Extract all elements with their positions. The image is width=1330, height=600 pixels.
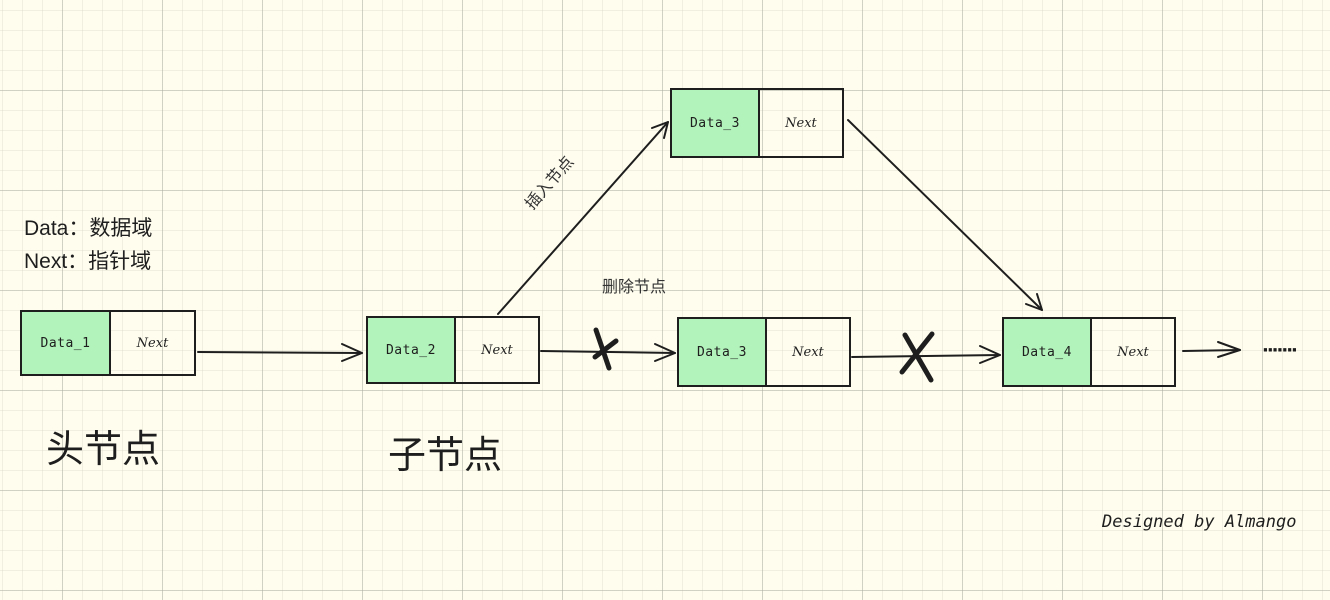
node-next-field: Next: [785, 115, 817, 131]
delete-node-label: 删除节点: [602, 277, 667, 296]
legend-data: Data：数据域: [24, 217, 153, 240]
arrows-layer: [197, 119, 1241, 383]
node-child-2[interactable]: Data_2 Next: [366, 316, 540, 384]
node-next-field: Next: [136, 335, 169, 351]
node-next-field: Next: [792, 344, 824, 360]
node-data-field: Data_3: [672, 90, 760, 156]
node-data-field: Data_4: [1004, 319, 1092, 385]
arrow-insert-down: [847, 119, 1043, 311]
arrow-node1-to-node2: [197, 343, 363, 362]
node-data-field: Data_1: [22, 312, 111, 374]
node-data-field: Data_2: [368, 318, 456, 382]
node-deleted[interactable]: Data_3 Next: [677, 317, 851, 387]
node-child-4[interactable]: Data_4 Next: [1002, 317, 1176, 387]
child-node-label: 子节点: [388, 433, 503, 477]
node-head[interactable]: Data_1 Next: [20, 310, 196, 376]
head-node-label: 头节点: [46, 427, 161, 471]
node-data-field: Data_3: [679, 319, 767, 385]
legend-next: Next：指针域: [24, 250, 152, 273]
node-next-field: Next: [481, 342, 513, 358]
node-next-field: Next: [1117, 344, 1149, 360]
arrow-node4-to-more: [1182, 341, 1241, 358]
node-inserted[interactable]: Data_3 Next: [670, 88, 844, 158]
arrow-deleted-to-node4: [851, 345, 1001, 364]
signature: Designed by Almango: [1102, 512, 1297, 532]
cross-mark-1: [592, 327, 619, 371]
more-nodes-ellipsis: ·······: [1262, 340, 1298, 361]
